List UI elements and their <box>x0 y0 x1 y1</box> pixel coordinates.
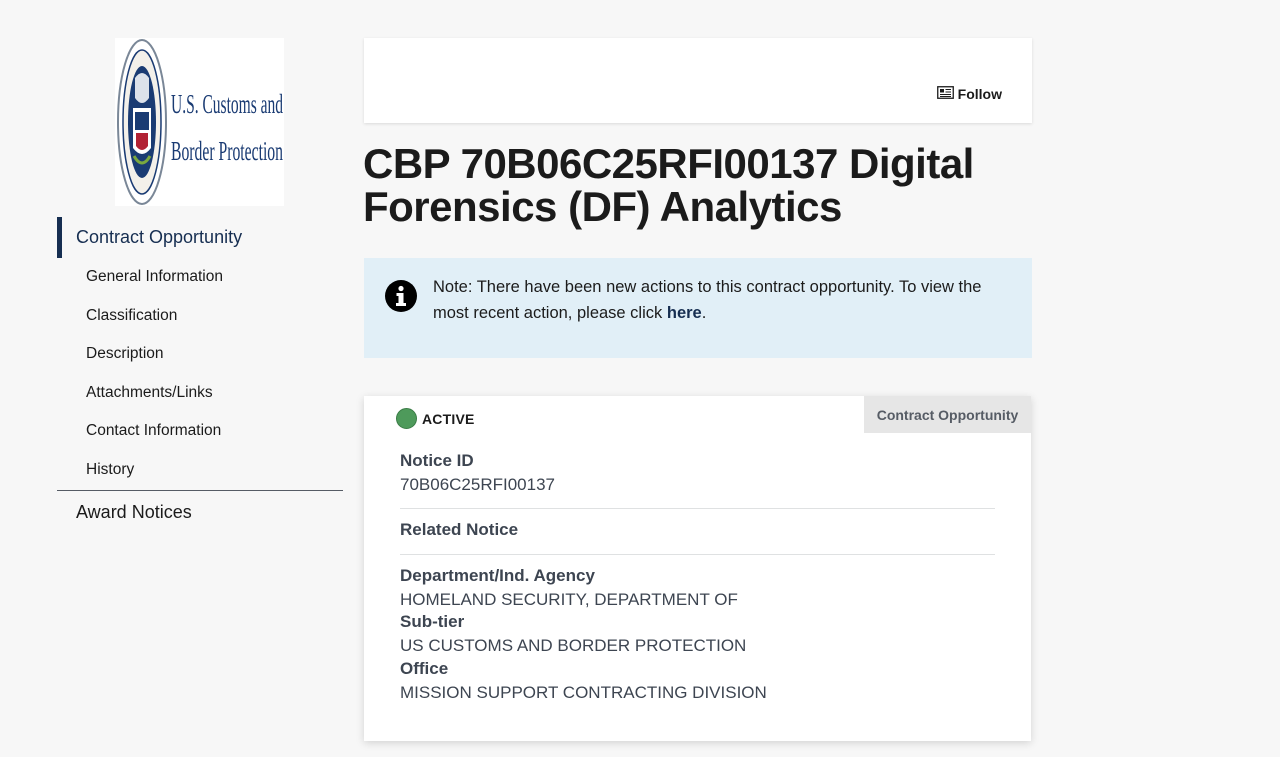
page-title: CBP 70B06C25RFI00137 Digital Forensics (… <box>363 140 974 230</box>
department-value: HOMELAND SECURITY, DEPARTMENT OF <box>400 590 738 609</box>
sidebar-item-label: History <box>86 460 135 478</box>
sidebar-item-contract-opportunity[interactable]: Contract Opportunity <box>57 217 343 258</box>
divider <box>400 554 995 555</box>
sidebar-item-label: General Information <box>86 268 223 286</box>
status-badge: ACTIVE <box>396 408 475 429</box>
status-dot-icon <box>396 408 417 429</box>
status-text: ACTIVE <box>422 410 475 427</box>
newspaper-icon <box>936 86 954 102</box>
sidebar-item-description[interactable]: Description <box>57 335 343 374</box>
office-value: MISSION SUPPORT CONTRACTING DIVISION <box>400 683 767 702</box>
sidebar-item-label: Description <box>86 345 164 363</box>
alert-here-link[interactable]: here <box>667 304 702 322</box>
related-notice-label: Related Notice <box>400 520 519 539</box>
sidebar-item-label: Attachments/Links <box>86 383 213 401</box>
header-card: Follow <box>364 38 1032 123</box>
sidebar-item-label: Contract Opportunity <box>76 227 243 247</box>
sidebar-item-general-information[interactable]: General Information <box>57 258 343 297</box>
alert-text-end: . <box>701 303 707 322</box>
follow-label: Follow <box>957 86 1002 102</box>
divider <box>400 508 995 509</box>
info-alert: Note: There have been new actions to thi… <box>364 258 1032 358</box>
department-label: Department/Ind. Agency <box>400 566 595 585</box>
sidebar-nav: Contract Opportunity General Information… <box>57 217 343 533</box>
info-icon <box>385 280 417 317</box>
sidebar-item-label: Contact Information <box>86 422 222 440</box>
sidebar-item-contact-information[interactable]: Contact Information <box>57 412 343 451</box>
notice-id-label: Notice ID <box>400 451 474 470</box>
sidebar-item-classification[interactable]: Classification <box>57 297 343 336</box>
logo-text-line1: U.S. Customs and <box>171 89 283 119</box>
subtier-value: US CUSTOMS AND BORDER PROTECTION <box>400 636 747 655</box>
agency-logo: U.S. Customs and Border Protection <box>115 38 284 206</box>
sidebar-item-label: Classification <box>86 306 178 324</box>
alert-message: Note: There have been new actions to thi… <box>433 275 1013 326</box>
sidebar-item-award-notices[interactable]: Award Notices <box>57 491 343 533</box>
opportunity-type-badge: Contract Opportunity <box>864 396 1031 433</box>
follow-button[interactable]: Follow <box>936 86 1002 102</box>
sidebar-item-history[interactable]: History <box>57 451 343 490</box>
notice-id-value: 70B06C25RFI00137 <box>400 475 556 494</box>
sidebar-item-label: Award Notices <box>76 501 192 522</box>
office-label: Office <box>400 659 449 678</box>
sidebar-item-attachments-links[interactable]: Attachments/Links <box>57 374 343 413</box>
opportunity-card: ACTIVE Contract Opportunity Notice ID 70… <box>364 396 1031 741</box>
subtier-label: Sub-tier <box>400 612 465 631</box>
alert-text: Note: There have been new actions to thi… <box>433 278 982 322</box>
logo-text-line2: Border Protection <box>171 136 283 166</box>
